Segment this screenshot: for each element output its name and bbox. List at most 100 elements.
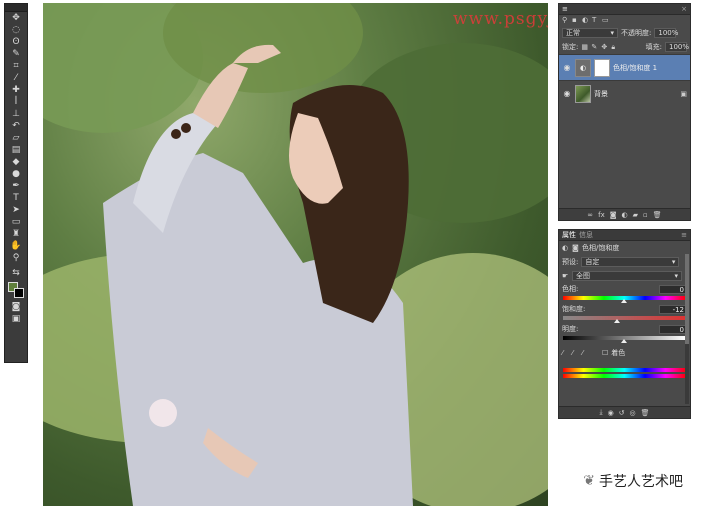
layers-menu-icon[interactable]: ≡ bbox=[562, 5, 568, 13]
lightness-input[interactable]: 0 bbox=[659, 324, 687, 334]
layer-name[interactable]: 色相/饱和度 1 bbox=[613, 63, 657, 73]
lasso-tool-icon[interactable]: ʘ bbox=[5, 36, 27, 48]
clone-stamp-tool-icon[interactable]: ⊥ bbox=[5, 108, 27, 120]
reset-icon[interactable]: ↺ bbox=[619, 409, 625, 417]
layers-panel-header[interactable]: ≡ × bbox=[559, 4, 690, 15]
colorize-checkbox[interactable]: ☐ bbox=[602, 349, 608, 357]
new-group-icon[interactable]: ▰ bbox=[633, 211, 638, 219]
dodge-tool-icon[interactable]: ● bbox=[5, 168, 27, 180]
history-brush-tool-icon[interactable]: ↶ bbox=[5, 120, 27, 132]
layers-footer: ∞ fx ◙ ◐ ▰ ▫ 🗑︎ bbox=[559, 208, 690, 220]
targeted-adjustment-hand-icon[interactable]: ☛ bbox=[562, 272, 569, 280]
quick-selection-tool-icon[interactable]: ✎ bbox=[5, 48, 27, 60]
eyedropper-minus-icon[interactable]: ⁄ bbox=[582, 349, 589, 357]
mask-icon[interactable]: ◙ bbox=[572, 244, 579, 252]
colorize-label: 着色 bbox=[611, 349, 626, 357]
type-tool-icon[interactable]: T bbox=[5, 192, 27, 204]
preset-dropdown[interactable]: 自定 ▾ bbox=[581, 257, 680, 267]
hue-input[interactable]: 0 bbox=[659, 284, 687, 294]
blur-tool-icon[interactable]: ◆ bbox=[5, 156, 27, 168]
layer-row-background[interactable]: ◉ 背景 ▣ bbox=[559, 80, 690, 106]
delete-layer-icon[interactable]: 🗑︎ bbox=[653, 211, 662, 219]
color-swatches[interactable] bbox=[5, 279, 27, 301]
clip-to-layer-icon[interactable]: ⤓ bbox=[599, 408, 602, 417]
lightness-slider[interactable] bbox=[563, 336, 686, 343]
layer-lock-icon[interactable]: ▣ bbox=[680, 90, 687, 98]
zoom-tool-icon[interactable]: ⚲ bbox=[5, 252, 27, 264]
layers-panel: ≡ × ⚲ ▪ ◐ T ▭ 正常 ▾ 不透明度: 100% 锁定: ▦ ✎ ✥ 🔒… bbox=[558, 3, 691, 221]
delete-adjustment-icon[interactable]: 🗑︎ bbox=[641, 409, 650, 417]
toggle-visibility-icon[interactable]: ◎ bbox=[630, 409, 636, 417]
tab-properties[interactable]: 属性 bbox=[562, 230, 576, 240]
fill-field[interactable]: 100% bbox=[665, 42, 689, 52]
path-selection-tool-icon[interactable]: ➤ bbox=[5, 204, 27, 216]
filter-kind-icon[interactable]: ⚲ bbox=[562, 17, 569, 24]
saturation-input[interactable]: -12 bbox=[659, 304, 687, 314]
channel-dropdown[interactable]: 全图 ▾ bbox=[572, 271, 682, 281]
brush-tool-icon[interactable]: ꟾ bbox=[5, 96, 27, 108]
lock-row: 锁定: ▦ ✎ ✥ 🔒︎ 填充: 100% bbox=[559, 40, 690, 54]
channel-value: 全图 bbox=[576, 272, 590, 280]
quick-mask-icon[interactable]: ◙ bbox=[5, 301, 27, 313]
lightness-row: 明度: 0 bbox=[559, 323, 690, 335]
adjustment-name: 色相/饱和度 bbox=[582, 244, 620, 252]
eyedropper-tool-icon[interactable]: ⁄ bbox=[5, 72, 27, 84]
opacity-field[interactable]: 100% bbox=[654, 28, 678, 38]
lock-all-icon[interactable]: 🔒︎ bbox=[611, 43, 618, 51]
fill-label: 填充: bbox=[645, 43, 662, 51]
wechat-signature: ❦ 手艺人艺术吧 bbox=[583, 471, 683, 491]
eyedropper-plus-icon[interactable]: ⁄ bbox=[572, 349, 579, 357]
lock-transparent-icon[interactable]: ▦ bbox=[581, 43, 588, 51]
filter-pixel-icon[interactable]: ▪ bbox=[572, 17, 579, 24]
canvas-photo[interactable]: www.psgyjia.com bbox=[43, 3, 548, 506]
filter-shape-icon[interactable]: ▭ bbox=[602, 17, 609, 24]
background-layer-thumbnail bbox=[575, 84, 591, 103]
panel-close-icon[interactable]: × bbox=[681, 5, 687, 13]
hue-slider[interactable] bbox=[563, 296, 686, 303]
screen-mode-icon[interactable]: ▣ bbox=[5, 313, 27, 325]
lock-image-icon[interactable]: ✎ bbox=[591, 43, 598, 51]
adjustment-layer-icon: ◐ bbox=[575, 58, 591, 77]
hand-tool-icon[interactable]: ✋ bbox=[5, 240, 27, 252]
3d-tool-icon[interactable]: ♜ bbox=[5, 228, 27, 240]
shape-tool-icon[interactable]: ▭ bbox=[5, 216, 27, 228]
hue-slider-handle[interactable] bbox=[621, 299, 627, 303]
wechat-account-name: 手艺人艺术吧 bbox=[599, 474, 683, 490]
saturation-slider[interactable] bbox=[563, 316, 686, 323]
lock-position-icon[interactable]: ✥ bbox=[601, 43, 608, 51]
lightness-slider-handle[interactable] bbox=[621, 339, 627, 343]
properties-scrollbar[interactable] bbox=[685, 254, 689, 404]
opacity-label: 不透明度: bbox=[621, 29, 652, 37]
new-layer-icon[interactable]: ▫ bbox=[643, 211, 648, 219]
healing-brush-tool-icon[interactable]: ✚ bbox=[5, 84, 27, 96]
gradient-tool-icon[interactable]: ▤ bbox=[5, 144, 27, 156]
properties-menu-icon[interactable]: ≡ bbox=[681, 231, 687, 239]
marquee-tool-icon[interactable]: ◌ bbox=[5, 24, 27, 36]
swap-colors-icon[interactable]: ⇆ bbox=[5, 267, 27, 279]
new-adjustment-icon[interactable]: ◐ bbox=[622, 211, 628, 219]
crop-tool-icon[interactable]: ⌗ bbox=[5, 60, 27, 72]
visibility-eye-icon[interactable]: ◉ bbox=[562, 63, 572, 72]
filter-adjustment-icon[interactable]: ◐ bbox=[582, 17, 589, 24]
eyedropper-icon[interactable]: ⁄ bbox=[562, 349, 569, 357]
filter-type-icon[interactable]: T bbox=[592, 17, 599, 24]
background-color-swatch[interactable] bbox=[14, 288, 24, 298]
layer-name[interactable]: 背景 bbox=[594, 89, 608, 99]
blend-mode-dropdown[interactable]: 正常 ▾ bbox=[562, 28, 618, 38]
visibility-eye-icon[interactable]: ◉ bbox=[562, 89, 572, 98]
layer-row-hue-saturation[interactable]: ◉ ◐ 色相/饱和度 1 bbox=[559, 54, 690, 80]
move-tool-icon[interactable]: ✥ bbox=[5, 12, 27, 24]
scrollbar-knob[interactable] bbox=[685, 254, 689, 344]
eraser-tool-icon[interactable]: ▱ bbox=[5, 132, 27, 144]
link-layers-icon[interactable]: ∞ bbox=[587, 211, 593, 219]
pen-tool-icon[interactable]: ✒ bbox=[5, 180, 27, 192]
layer-mask-thumbnail[interactable] bbox=[594, 58, 610, 77]
tools-panel-grip[interactable] bbox=[5, 4, 27, 12]
preset-row: 预设: 自定 ▾ bbox=[559, 255, 690, 269]
tab-info[interactable]: 信息 bbox=[579, 230, 593, 240]
saturation-slider-handle[interactable] bbox=[614, 319, 620, 323]
add-mask-icon[interactable]: ◙ bbox=[610, 211, 617, 219]
view-previous-icon[interactable]: ◉ bbox=[608, 409, 614, 417]
saturation-row: 饱和度: -12 bbox=[559, 303, 690, 315]
layer-style-icon[interactable]: fx bbox=[598, 211, 605, 219]
